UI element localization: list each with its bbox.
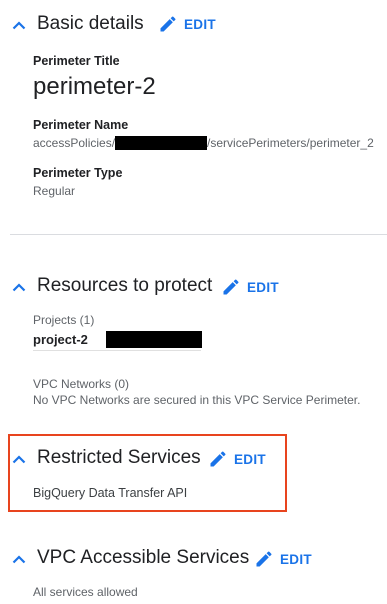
perimeter-title-label: Perimeter Title xyxy=(33,54,120,68)
chevron-up-icon[interactable] xyxy=(12,282,26,292)
pencil-icon xyxy=(256,551,272,567)
restricted-services-highlight xyxy=(8,434,287,512)
chevron-up-icon[interactable] xyxy=(12,20,26,30)
redacted-block xyxy=(115,136,208,150)
restricted-service-item: BigQuery Data Transfer API xyxy=(33,486,188,500)
section-divider xyxy=(10,234,387,235)
resources-title: Resources to protect xyxy=(37,275,213,296)
project-name: project-2 xyxy=(33,332,88,347)
perimeter-type-value: Regular xyxy=(33,184,76,198)
perimeter-name-suffix: /servicePerimeters/perimeter_2 xyxy=(207,136,374,150)
perimeter-type-label: Perimeter Type xyxy=(33,166,123,180)
chevron-up-icon[interactable] xyxy=(12,554,26,564)
vpc-accessible-title: VPC Accessible Services xyxy=(37,547,250,568)
restricted-services-title: Restricted Services xyxy=(37,447,201,468)
pencil-icon xyxy=(210,451,226,467)
resources-edit-button[interactable]: EDIT xyxy=(221,277,279,297)
restricted-services-edit-label: EDIT xyxy=(234,451,266,467)
project-row-divider xyxy=(33,350,201,351)
resources-edit-label: EDIT xyxy=(247,279,279,295)
vpc-accessible-edit-button[interactable]: EDIT xyxy=(254,549,312,569)
pencil-icon xyxy=(160,16,176,32)
vpc-networks-label: VPC Networks (0) xyxy=(33,377,130,391)
pencil-icon xyxy=(223,279,239,295)
basic-details-title: Basic details xyxy=(37,13,144,34)
chevron-up-icon[interactable] xyxy=(12,454,26,464)
vpc-accessible-edit-label: EDIT xyxy=(280,551,312,567)
basic-details-edit-button[interactable]: EDIT xyxy=(158,14,216,34)
redacted-block xyxy=(106,331,202,348)
vpc-accessible-value: All services allowed xyxy=(33,585,138,599)
perimeter-name-label: Perimeter Name xyxy=(33,118,129,132)
projects-label: Projects (1) xyxy=(33,313,95,327)
perimeter-name-value: accessPolicies/ /servicePerimeters/perim… xyxy=(33,136,374,150)
vpc-networks-empty: No VPC Networks are secured in this VPC … xyxy=(33,393,361,407)
perimeter-name-prefix: accessPolicies/ xyxy=(33,136,116,150)
perimeter-title-value: perimeter-2 xyxy=(33,73,156,100)
restricted-services-edit-button[interactable]: EDIT xyxy=(208,449,266,469)
basic-details-edit-label: EDIT xyxy=(184,16,216,32)
